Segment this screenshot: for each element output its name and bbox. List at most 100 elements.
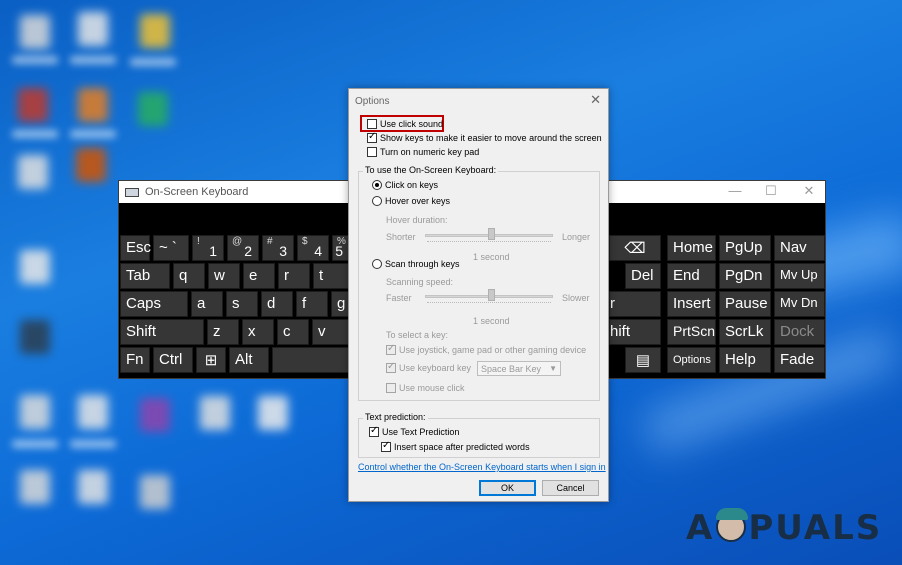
- key-fade[interactable]: Fade: [774, 347, 825, 373]
- key-mv-up[interactable]: Mv Up: [774, 263, 825, 289]
- key-pgup[interactable]: PgUp: [719, 235, 771, 261]
- desktop-icon[interactable]: [20, 320, 50, 354]
- checkbox-label: Show keys to make it easier to move arou…: [380, 133, 602, 143]
- desktop-icon[interactable]: [78, 470, 108, 504]
- key-esc[interactable]: Esc: [120, 235, 151, 261]
- key-alt[interactable]: Alt: [229, 347, 269, 373]
- scan-slider-thumb[interactable]: [488, 289, 495, 301]
- desktop-icon[interactable]: [20, 470, 50, 504]
- ok-button[interactable]: OK: [479, 480, 536, 496]
- key-x[interactable]: x: [242, 319, 274, 345]
- key-z[interactable]: z: [207, 319, 239, 345]
- radio-button: [372, 180, 382, 190]
- key-home[interactable]: Home: [667, 235, 716, 261]
- minimize-button[interactable]: —: [725, 183, 745, 198]
- desktop-icon[interactable]: [76, 148, 106, 182]
- desktop-icon[interactable]: [20, 250, 50, 284]
- logo-text: PUALS: [748, 508, 883, 548]
- use-mouse-click-checkbox[interactable]: Use mouse click: [386, 383, 465, 393]
- key-label: 5: [335, 243, 343, 259]
- desktop-icon[interactable]: [18, 88, 48, 122]
- key-q[interactable]: q: [173, 263, 205, 289]
- desktop-icon[interactable]: [78, 12, 108, 46]
- key-f[interactable]: f: [296, 291, 328, 317]
- key-enter[interactable]: r: [609, 291, 661, 317]
- use-keyboard-key-checkbox[interactable]: Use keyboard key: [386, 361, 471, 373]
- key-prtscn[interactable]: PrtScn: [667, 319, 716, 345]
- desktop-icon[interactable]: [258, 396, 288, 430]
- insert-space-checkbox[interactable]: Insert space after predicted words: [381, 440, 530, 452]
- key-t[interactable]: t: [313, 263, 350, 289]
- desktop-icon[interactable]: [78, 395, 108, 429]
- key-del[interactable]: Del: [625, 263, 661, 289]
- cancel-button[interactable]: Cancel: [542, 480, 599, 496]
- startup-settings-link[interactable]: Control whether the On-Screen Keyboard s…: [358, 462, 606, 472]
- use-text-prediction-checkbox[interactable]: Use Text Prediction: [369, 425, 459, 437]
- key-caps[interactable]: Caps: [120, 291, 188, 317]
- numeric-keypad-checkbox[interactable]: Turn on numeric key pad: [367, 147, 479, 157]
- desktop-icon[interactable]: [138, 92, 168, 126]
- key-label: Mv Dn: [780, 295, 818, 310]
- key-backspace[interactable]: ⌫: [609, 235, 661, 261]
- key-insert[interactable]: Insert: [667, 291, 716, 317]
- key-scrlk[interactable]: ScrLk: [719, 319, 771, 345]
- key-menu[interactable]: ▤: [625, 347, 661, 373]
- hover-slider-thumb[interactable]: [488, 228, 495, 240]
- key-c[interactable]: c: [277, 319, 309, 345]
- desktop-icon[interactable]: [140, 398, 170, 432]
- key-s[interactable]: s: [226, 291, 258, 317]
- key-3[interactable]: #3: [262, 235, 294, 261]
- scanning-speed-label: Scanning speed:: [386, 277, 454, 287]
- desktop-icon[interactable]: [18, 155, 48, 189]
- key-4[interactable]: $4: [297, 235, 329, 261]
- key-nav[interactable]: Nav: [774, 235, 825, 261]
- key-options[interactable]: Options: [667, 347, 716, 373]
- show-keys-checkbox[interactable]: Show keys to make it easier to move arou…: [367, 131, 602, 143]
- key-d[interactable]: d: [261, 291, 293, 317]
- key-dock[interactable]: Dock: [774, 319, 825, 345]
- key-label: Help: [725, 351, 756, 368]
- key-1[interactable]: ! 1: [192, 235, 224, 261]
- key-tab[interactable]: Tab: [120, 263, 170, 289]
- desktop-icon[interactable]: [140, 475, 170, 509]
- desktop-icon[interactable]: [20, 395, 50, 429]
- use-joystick-checkbox[interactable]: Use joystick, game pad or other gaming d…: [386, 343, 586, 355]
- close-icon[interactable]: ✕: [590, 92, 601, 108]
- key-label: Fade: [780, 351, 815, 368]
- key-shift-left[interactable]: Shift: [120, 319, 204, 345]
- key-space[interactable]: [272, 347, 350, 373]
- keyboard-key-select[interactable]: Space Bar Key ▼: [477, 361, 561, 376]
- key-a[interactable]: a: [191, 291, 223, 317]
- key-mv-dn[interactable]: Mv Dn: [774, 291, 825, 317]
- key-r[interactable]: r: [278, 263, 310, 289]
- key-label: Fn: [126, 351, 144, 368]
- options-dialog: Options ✕ Use click sound Show keys to m…: [348, 88, 609, 502]
- desktop-icon[interactable]: [20, 15, 50, 49]
- key-help[interactable]: Help: [719, 347, 771, 373]
- desktop-icon[interactable]: [140, 14, 170, 48]
- close-button[interactable]: ✕: [799, 183, 819, 199]
- key-pause[interactable]: Pause: [719, 291, 771, 317]
- hover-over-keys-radio[interactable]: Hover over keys: [372, 196, 450, 206]
- key-v[interactable]: v: [312, 319, 350, 345]
- desktop-icon[interactable]: [78, 88, 108, 122]
- key-pgdn[interactable]: PgDn: [719, 263, 771, 289]
- key-fn[interactable]: Fn: [120, 347, 150, 373]
- key-ctrl[interactable]: Ctrl: [153, 347, 193, 373]
- scan-through-keys-radio[interactable]: Scan through keys: [372, 259, 460, 269]
- maximize-button[interactable]: ☐: [761, 183, 781, 199]
- key-2[interactable]: @2: [227, 235, 259, 261]
- desktop-icon[interactable]: [200, 396, 230, 430]
- key-e[interactable]: e: [243, 263, 275, 289]
- use-click-sound-checkbox[interactable]: Use click sound: [367, 119, 443, 129]
- click-on-keys-radio[interactable]: Click on keys: [372, 180, 438, 190]
- key-shift-right[interactable]: hift: [609, 319, 661, 345]
- key-windows[interactable]: ⊞: [196, 347, 226, 373]
- key-end[interactable]: End: [667, 263, 716, 289]
- scan-max-label: Slower: [562, 293, 590, 303]
- appuals-logo: A PUALS: [686, 508, 882, 548]
- key-w[interactable]: w: [208, 263, 240, 289]
- select-key-label: To select a key:: [386, 330, 449, 340]
- key-tilde[interactable]: ~ `: [153, 235, 189, 261]
- radio-label: Hover over keys: [385, 196, 451, 206]
